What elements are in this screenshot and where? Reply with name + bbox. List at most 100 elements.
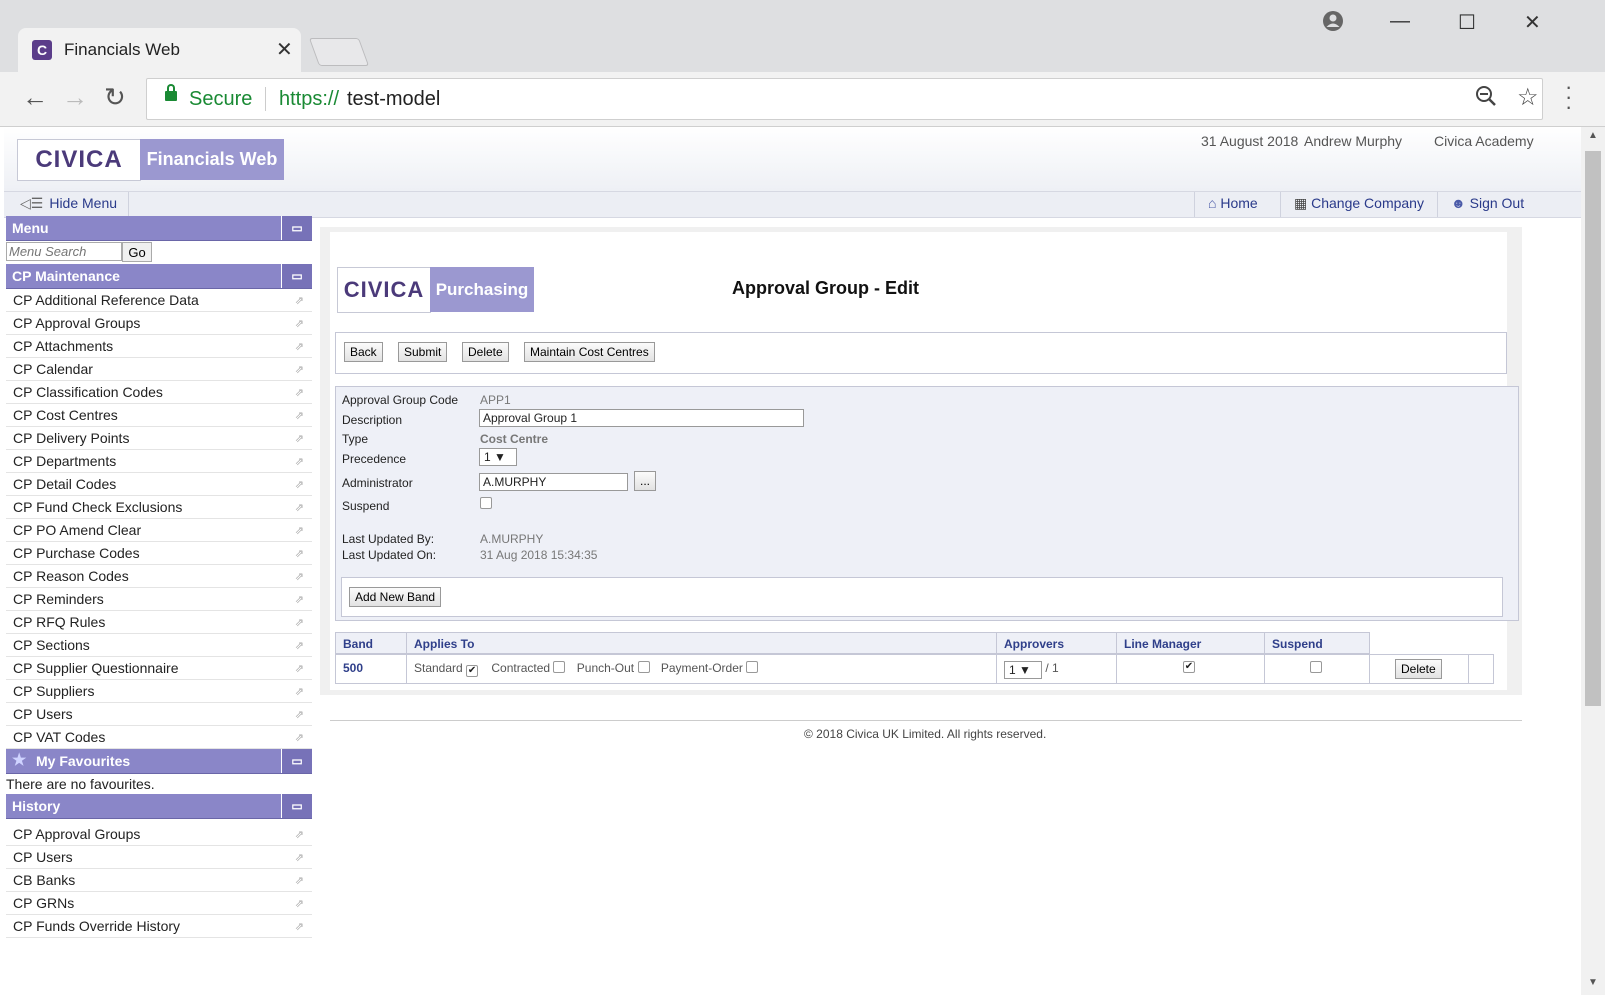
sidebar-item[interactable]: CP Suppliers ⇗ [6, 680, 312, 703]
change-company-link[interactable]: ▦ Change Company [1294, 195, 1424, 212]
history-item[interactable]: CP Approval Groups ⇗ [6, 823, 312, 846]
collapse-favourites-icon[interactable]: ▭ [281, 749, 312, 773]
profile-icon[interactable] [1322, 10, 1344, 38]
collapse-history-icon[interactable]: ▭ [281, 794, 312, 818]
sidebar-item[interactable]: CP PO Amend Clear ⇗ [6, 519, 312, 542]
row-suspend-checkbox[interactable] [1310, 661, 1322, 673]
external-link-icon[interactable]: ⇗ [295, 727, 304, 749]
page-scrollbar[interactable]: ▲ ▼ [1581, 127, 1605, 995]
menu-search-input[interactable] [6, 242, 122, 261]
minimize-icon[interactable]: — [1390, 10, 1410, 33]
external-link-icon[interactable]: ⇗ [295, 916, 304, 938]
external-link-icon[interactable]: ⇗ [295, 428, 304, 450]
zoom-icon[interactable] [1475, 85, 1497, 113]
lock-icon [165, 84, 177, 101]
external-link-icon[interactable]: ⇗ [295, 893, 304, 915]
back-arrow-icon[interactable]: ← [22, 84, 48, 110]
reload-icon[interactable]: ↻ [104, 84, 126, 110]
approvers-total: / 1 [1045, 661, 1059, 675]
history-item[interactable]: CB Banks ⇗ [6, 869, 312, 892]
bookmark-star-icon[interactable]: ☆ [1517, 83, 1539, 112]
external-link-icon[interactable]: ⇗ [295, 497, 304, 519]
sidebar-item[interactable]: CP Cost Centres ⇗ [6, 404, 312, 427]
sidebar-item[interactable]: CP Attachments ⇗ [6, 335, 312, 358]
menu-search-go-button[interactable]: Go [122, 242, 152, 262]
precedence-select[interactable]: 1 ▼ [479, 448, 517, 466]
forward-arrow-icon[interactable]: → [62, 84, 88, 110]
delete-button[interactable]: Delete [462, 342, 509, 362]
external-link-icon[interactable]: ⇗ [295, 520, 304, 542]
external-link-icon[interactable]: ⇗ [295, 681, 304, 703]
approvers-select[interactable]: 1 ▼ [1004, 661, 1042, 679]
external-link-icon[interactable]: ⇗ [295, 658, 304, 680]
history-item[interactable]: CP GRNs ⇗ [6, 892, 312, 915]
sidebar-item[interactable]: CP Calendar ⇗ [6, 358, 312, 381]
external-link-icon[interactable]: ⇗ [295, 635, 304, 657]
scroll-down-arrow-icon[interactable]: ▼ [1588, 977, 1598, 988]
external-link-icon[interactable]: ⇗ [295, 313, 304, 335]
browser-tab[interactable]: C Financials Web ✕ [18, 28, 301, 72]
external-link-icon[interactable]: ⇗ [295, 290, 304, 312]
home-link[interactable]: ⌂ Home [1208, 195, 1258, 211]
sidebar-item[interactable]: CP VAT Codes ⇗ [6, 726, 312, 749]
external-link-icon[interactable]: ⇗ [295, 566, 304, 588]
sidebar-item[interactable]: CP Purchase Codes ⇗ [6, 542, 312, 565]
external-link-icon[interactable]: ⇗ [295, 405, 304, 427]
external-link-icon[interactable]: ⇗ [295, 704, 304, 726]
address-bar[interactable]: Secure https:// test-model ☆ [146, 78, 1543, 120]
sidebar-item[interactable]: CP Users ⇗ [6, 703, 312, 726]
sidebar-item[interactable]: CP Additional Reference Data ⇗ [6, 289, 312, 312]
external-link-icon[interactable]: ⇗ [295, 612, 304, 634]
history-item[interactable]: CP Users ⇗ [6, 846, 312, 869]
sidebar-item[interactable]: CP Classification Codes ⇗ [6, 381, 312, 404]
divider [1194, 192, 1195, 217]
popout-icon[interactable]: ▭ [281, 264, 312, 288]
sign-out-link[interactable]: ☻ Sign Out [1451, 195, 1524, 211]
sidebar-item[interactable]: CP Detail Codes ⇗ [6, 473, 312, 496]
administrator-lookup-button[interactable]: ... [634, 471, 656, 491]
external-link-icon[interactable]: ⇗ [295, 870, 304, 892]
punch-out-checkbox[interactable] [637, 661, 650, 673]
external-link-icon[interactable]: ⇗ [295, 847, 304, 869]
scroll-up-arrow-icon[interactable]: ▲ [1588, 130, 1598, 141]
submit-button[interactable]: Submit [398, 342, 448, 362]
payment-order-checkbox[interactable] [746, 661, 759, 673]
delete-band-button[interactable]: Delete [1395, 659, 1442, 679]
scroll-thumb[interactable] [1585, 151, 1601, 706]
contracted-checkbox[interactable] [553, 661, 566, 673]
external-link-icon[interactable]: ⇗ [295, 543, 304, 565]
description-input[interactable]: Approval Group 1 [479, 409, 804, 427]
sidebar-item[interactable]: CP Approval Groups ⇗ [6, 312, 312, 335]
external-link-icon[interactable]: ⇗ [295, 451, 304, 473]
sidebar-item[interactable]: CP Departments ⇗ [6, 450, 312, 473]
hide-menu-link[interactable]: ◁☰ Hide Menu [20, 195, 117, 212]
back-button[interactable]: Back [344, 342, 383, 362]
sidebar-item[interactable]: CP RFQ Rules ⇗ [6, 611, 312, 634]
sidebar-item[interactable]: CP Delivery Points ⇗ [6, 427, 312, 450]
band-cell[interactable]: 500 [335, 654, 407, 684]
external-link-icon[interactable]: ⇗ [295, 474, 304, 496]
standard-checkbox[interactable]: ✔ [466, 665, 479, 677]
sidebar-item[interactable]: CP Supplier Questionnaire ⇗ [6, 657, 312, 680]
browser-menu-icon[interactable]: · · · [1565, 76, 1572, 118]
suspend-checkbox[interactable] [480, 497, 492, 509]
administrator-input[interactable]: A.MURPHY [479, 473, 628, 491]
close-tab-icon[interactable]: ✕ [276, 37, 293, 62]
maximize-icon[interactable]: ☐ [1458, 10, 1476, 35]
history-item[interactable]: CP Funds Override History ⇗ [6, 915, 312, 938]
external-link-icon[interactable]: ⇗ [295, 336, 304, 358]
external-link-icon[interactable]: ⇗ [295, 824, 304, 846]
maintain-cost-centres-button[interactable]: Maintain Cost Centres [524, 342, 655, 362]
line-manager-checkbox[interactable]: ✔ [1183, 661, 1195, 673]
collapse-menu-icon[interactable]: ▭ [281, 216, 312, 240]
sidebar-item[interactable]: CP Reminders ⇗ [6, 588, 312, 611]
new-tab-button[interactable] [308, 38, 370, 66]
sidebar-item[interactable]: CP Sections ⇗ [6, 634, 312, 657]
close-window-icon[interactable]: ✕ [1524, 10, 1541, 35]
external-link-icon[interactable]: ⇗ [295, 589, 304, 611]
sidebar-item[interactable]: CP Fund Check Exclusions ⇗ [6, 496, 312, 519]
external-link-icon[interactable]: ⇗ [295, 359, 304, 381]
sidebar-item[interactable]: CP Reason Codes ⇗ [6, 565, 312, 588]
add-new-band-button[interactable]: Add New Band [349, 587, 442, 607]
external-link-icon[interactable]: ⇗ [295, 382, 304, 404]
